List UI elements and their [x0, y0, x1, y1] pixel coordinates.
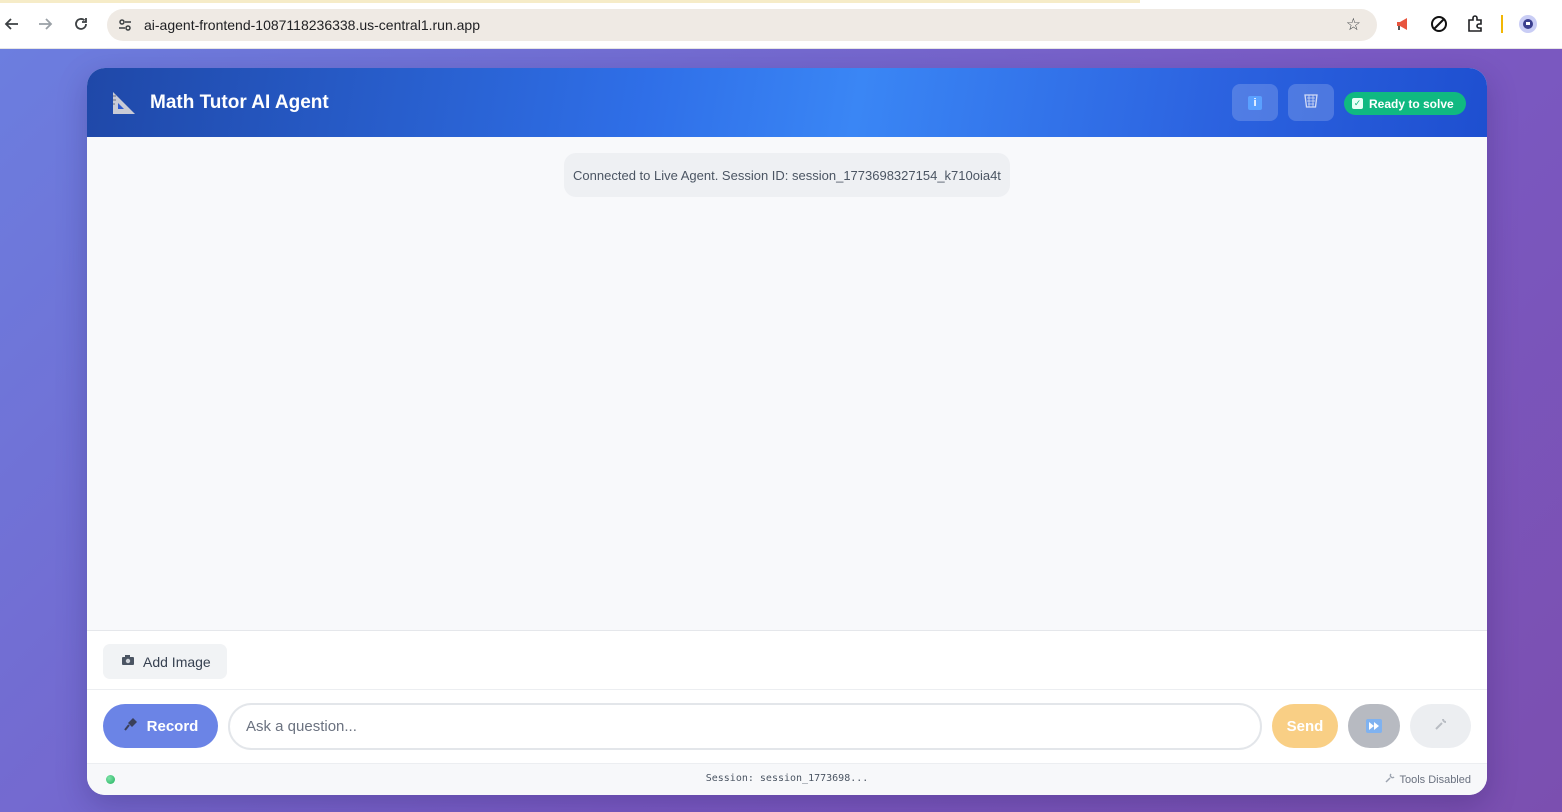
clear-chat-button[interactable] — [1288, 84, 1334, 121]
status-footer: Session: session_1773698... Tools Disabl… — [87, 763, 1487, 795]
fast-forward-icon — [1366, 719, 1382, 733]
wastebasket-icon — [1303, 92, 1319, 113]
question-input[interactable] — [228, 703, 1262, 750]
tools-status: Tools Disabled — [1385, 773, 1471, 786]
session-id-text: Session: session_1773698... — [705, 773, 869, 784]
tools-button[interactable] — [1410, 704, 1471, 748]
app-header: Math Tutor AI Agent i ✓ Ready to solve — [87, 68, 1487, 137]
record-button[interactable]: Record — [103, 704, 218, 748]
wrench-icon — [1433, 716, 1449, 736]
status-badge: ✓ Ready to solve — [1344, 92, 1466, 115]
back-arrow-icon[interactable] — [0, 12, 24, 36]
upload-bar: Add Image — [87, 630, 1487, 690]
add-image-button[interactable]: Add Image — [103, 644, 227, 679]
url-text[interactable]: ai-agent-frontend-1087118236338.us-centr… — [144, 17, 480, 33]
info-icon: i — [1248, 95, 1262, 110]
browser-top-accent — [0, 0, 1140, 3]
megaphone-extension-icon[interactable] — [1392, 13, 1414, 35]
record-label: Record — [146, 717, 199, 735]
skip-button[interactable] — [1348, 704, 1400, 748]
send-button[interactable]: Send — [1272, 704, 1338, 748]
microphone-icon — [123, 716, 139, 736]
check-icon: ✓ — [1352, 98, 1363, 109]
app-title: Math Tutor AI Agent — [150, 92, 329, 113]
bookmark-star-icon[interactable]: ☆ — [1346, 15, 1361, 35]
forward-arrow-icon[interactable] — [33, 12, 57, 36]
toolbar-separator — [1501, 15, 1503, 33]
status-text: Ready to solve — [1369, 96, 1454, 111]
system-message: Connected to Live Agent. Session ID: ses… — [564, 153, 1010, 197]
site-settings-icon[interactable] — [116, 16, 134, 34]
input-bar: Record Send — [87, 690, 1487, 763]
message-list[interactable]: Connected to Live Agent. Session ID: ses… — [87, 137, 1487, 630]
triangle-ruler-icon — [111, 90, 137, 116]
camera-icon — [121, 654, 135, 669]
profile-avatar-icon[interactable] — [1517, 13, 1539, 35]
browser-toolbar: ai-agent-frontend-1087118236338.us-centr… — [0, 0, 1562, 49]
chat-app-card: Math Tutor AI Agent i ✓ Ready to solve C… — [87, 68, 1487, 795]
info-button[interactable]: i — [1232, 84, 1278, 121]
puzzle-extensions-icon[interactable] — [1464, 13, 1486, 35]
reload-icon[interactable] — [69, 12, 93, 36]
address-bar[interactable]: ai-agent-frontend-1087118236338.us-centr… — [107, 9, 1377, 41]
add-image-label: Add Image — [143, 653, 211, 670]
block-extension-icon[interactable] — [1428, 13, 1450, 35]
wrench-icon — [1385, 773, 1395, 786]
tools-status-text: Tools Disabled — [1399, 773, 1471, 786]
